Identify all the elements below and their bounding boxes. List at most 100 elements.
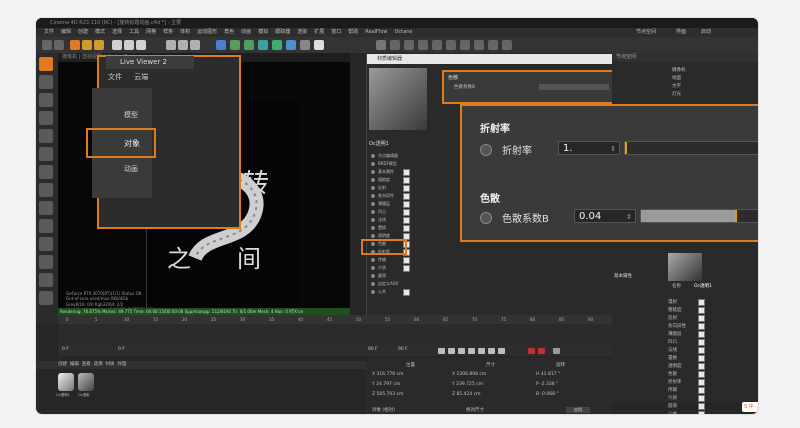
menu-item-nodespace[interactable]: 节点空间 — [636, 28, 656, 37]
attr-channel-row[interactable]: 各向异性 — [668, 323, 686, 329]
deformer-icon[interactable] — [272, 40, 282, 50]
attr-channel-checkbox[interactable] — [698, 395, 705, 402]
attr-channel-checkbox[interactable] — [698, 315, 705, 322]
mm-menu-item[interactable]: 编辑 — [70, 362, 79, 367]
channel-row[interactable]: 凹凸 — [371, 208, 471, 216]
z-axis-icon[interactable] — [136, 40, 146, 50]
attr-channel-checkbox[interactable] — [698, 339, 705, 346]
channel-checkbox[interactable] — [403, 169, 410, 176]
menu-item[interactable]: 窗口 — [331, 29, 341, 35]
channel-row[interactable]: 传输 — [371, 256, 471, 264]
coord-mode-select[interactable]: 对象 (相对) — [372, 407, 395, 413]
workplane-icon[interactable] — [39, 201, 53, 215]
menu-item[interactable]: 模式 — [95, 29, 105, 35]
channel-checkbox[interactable] — [403, 225, 410, 232]
channel-row[interactable]: 基本属性 — [371, 168, 471, 176]
channel-row[interactable]: 公共 — [371, 288, 471, 296]
dispersion-spinner-icon[interactable]: ⇕ — [626, 210, 632, 224]
attr-channel-row[interactable]: 折射率 — [668, 379, 682, 385]
tweak-icon[interactable] — [39, 165, 53, 179]
paint-icon[interactable] — [39, 273, 53, 287]
tree-item[interactable]: 文字 — [672, 83, 681, 89]
keyframe-icon[interactable] — [553, 348, 560, 354]
channel-checkbox[interactable] — [403, 209, 410, 216]
menu-item[interactable]: 扩展 — [314, 29, 324, 35]
octane-env-icon[interactable] — [460, 40, 470, 50]
go-start-icon[interactable] — [438, 348, 445, 354]
ime-indicator[interactable]: S 中 ·, — [742, 402, 758, 412]
snap-icon[interactable] — [39, 183, 53, 197]
mm-menu-item[interactable]: 查看 — [82, 362, 91, 367]
octane-light-icon[interactable] — [418, 40, 428, 50]
attr-channel-checkbox[interactable] — [698, 355, 705, 362]
ior-spinner-icon[interactable]: ⇕ — [610, 142, 616, 156]
rotate-icon[interactable] — [94, 40, 104, 50]
channel-row[interactable]: 薄膜层 — [371, 200, 471, 208]
channel-checkbox[interactable] — [403, 257, 410, 264]
menu-item[interactable]: 创建 — [78, 29, 88, 35]
coord-rot-b[interactable]: B -0.068 ° — [536, 392, 559, 397]
channel-row[interactable]: 置换 — [371, 224, 471, 232]
attr-channel-checkbox[interactable] — [698, 403, 705, 410]
attr-channel-row[interactable]: 透明度 — [668, 363, 682, 369]
attr-channel-checkbox[interactable] — [698, 387, 705, 394]
coord-rot-h[interactable]: H 41.817 ° — [536, 372, 560, 377]
y-axis-icon[interactable] — [124, 40, 134, 50]
end-frame-2[interactable]: 90 F — [398, 347, 408, 352]
points-mode-icon[interactable] — [39, 75, 53, 89]
live-viewer-title[interactable]: Live Viewer 2 — [106, 56, 194, 69]
channel-row[interactable]: 圆滑 — [371, 272, 471, 280]
attr-channel-checkbox[interactable] — [698, 307, 705, 314]
lv-menu-file[interactable]: 文件 — [108, 73, 122, 81]
channel-row[interactable]: 反射 — [371, 184, 471, 192]
material-thumb[interactable] — [58, 373, 74, 391]
cube-icon[interactable] — [216, 40, 226, 50]
attr-channel-row[interactable]: 圆滑 — [668, 403, 677, 409]
submenu-item-animation[interactable]: 动画 — [124, 164, 138, 174]
submenu-item-object[interactable]: 对象 — [124, 138, 140, 149]
octane-render-icon[interactable] — [488, 40, 498, 50]
mm-menu-item[interactable]: 创建 — [58, 362, 67, 367]
light-icon[interactable] — [314, 40, 324, 50]
mm-menu-item[interactable]: 纹理 — [117, 362, 126, 367]
tree-item[interactable]: 灯光 — [672, 91, 681, 97]
solo-icon[interactable] — [39, 219, 53, 233]
subdivision-icon[interactable] — [244, 40, 254, 50]
channel-checkbox[interactable] — [403, 289, 410, 296]
menu-item[interactable]: 运动图形 — [197, 29, 217, 35]
edges-mode-icon[interactable] — [39, 93, 53, 107]
next-frame-icon[interactable] — [478, 348, 485, 354]
next-key-icon[interactable] — [488, 348, 495, 354]
menu-item[interactable]: 渲染 — [297, 29, 307, 35]
ior-radio[interactable] — [480, 144, 492, 156]
channel-row[interactable]: 各向异性 — [371, 192, 471, 200]
object-item-highlight[interactable] — [86, 128, 156, 158]
octane-live-icon[interactable] — [502, 40, 512, 50]
channel-checkbox[interactable] — [403, 177, 410, 184]
attr-channel-row[interactable]: 凹凸 — [668, 339, 677, 345]
go-end-icon[interactable] — [498, 348, 505, 354]
attr-channel-checkbox[interactable] — [698, 331, 705, 338]
coord-size-mode-select[interactable]: 绝对尺寸 — [466, 407, 484, 413]
autokey-icon[interactable] — [538, 348, 545, 354]
prev-key-icon[interactable] — [448, 348, 455, 354]
mm-menu-item[interactable]: 选择 — [94, 362, 103, 367]
play-icon[interactable] — [468, 348, 475, 354]
end-frame[interactable]: 90 F — [368, 347, 378, 352]
attr-channel-checkbox[interactable] — [698, 371, 705, 378]
mm-menu-item[interactable]: 材质 — [106, 362, 115, 367]
dispersion-radio[interactable] — [480, 212, 492, 224]
timeline-ruler[interactable]: 0 5 10 15 20 25 30 35 40 45 50 55 60 65 70 75 80 85 90 — [58, 315, 612, 324]
menu-item[interactable]: 动画 — [241, 29, 251, 35]
channel-checkbox[interactable] — [403, 217, 410, 224]
material-thumb[interactable] — [78, 373, 94, 391]
menu-item[interactable]: 文件 — [44, 29, 54, 35]
attr-channel-row[interactable]: 色散 — [668, 371, 677, 377]
render-settings-icon[interactable] — [190, 40, 200, 50]
menu-item[interactable]: 帮助 — [348, 29, 358, 35]
channel-row[interactable]: BRDF模型 — [371, 160, 471, 168]
current-frame[interactable]: 0 F — [62, 347, 69, 352]
attr-channel-row[interactable]: 介质 — [668, 395, 677, 401]
attr-channel-checkbox[interactable] — [698, 323, 705, 330]
attr-channel-checkbox[interactable] — [698, 299, 705, 306]
